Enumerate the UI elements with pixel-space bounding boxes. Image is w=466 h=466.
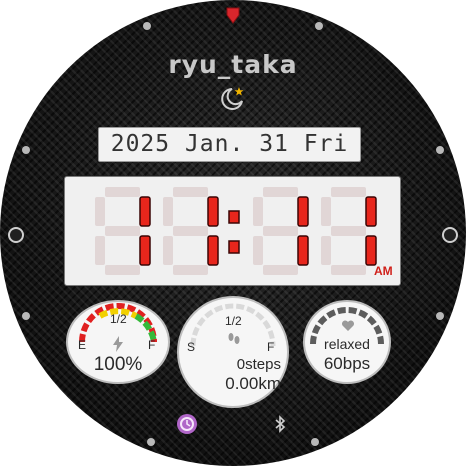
tick-mark <box>315 22 323 30</box>
segment-d <box>173 265 208 275</box>
segment-e <box>163 236 173 265</box>
heart-icon <box>341 320 355 331</box>
segment-e <box>95 236 105 265</box>
segment-f <box>95 197 105 226</box>
segment-g <box>263 226 298 236</box>
segment-a <box>331 187 366 197</box>
time-digit-2 <box>163 187 219 275</box>
heart-rate: 60bps <box>323 354 371 373</box>
stress-status: relaxed <box>324 336 370 352</box>
heart-gauge[interactable]: relaxed 60bps <box>303 300 391 384</box>
segment-d <box>263 265 298 275</box>
tick-mark <box>419 373 427 381</box>
segment-d <box>105 265 140 275</box>
tick-mark <box>39 373 47 381</box>
time-panel <box>64 176 401 286</box>
battery-half-label: 1/2 <box>110 312 127 326</box>
segment-c <box>207 235 219 266</box>
segment-g <box>173 226 208 236</box>
brand-logo: ryu_taka <box>168 50 298 79</box>
lightning-icon <box>113 336 123 352</box>
segment-a <box>263 187 298 197</box>
tick-mark <box>436 146 444 154</box>
colon-dot <box>228 240 240 254</box>
tick-mark <box>39 83 47 91</box>
steps-gauge[interactable]: 1/2 S F 0steps 0.00km <box>177 296 289 408</box>
tick-mark <box>82 421 90 429</box>
steps-start-label: S <box>187 340 196 354</box>
tick-mark <box>419 83 427 91</box>
ampm-indicator: AM <box>374 264 393 278</box>
segment-a <box>173 187 208 197</box>
segment-e <box>321 236 331 265</box>
time-digit-1 <box>95 187 151 275</box>
segment-b <box>139 196 151 227</box>
segment-b <box>365 196 377 227</box>
segment-c <box>139 235 151 266</box>
moon-star-icon <box>221 87 244 110</box>
tick-mark <box>82 36 90 44</box>
steps-full-label: F <box>267 340 275 354</box>
segment-c <box>297 235 309 266</box>
tick-mark <box>143 22 151 30</box>
tick-mark <box>375 36 383 44</box>
tick-mark <box>147 438 155 446</box>
time-digit-4 <box>321 187 377 275</box>
bluetooth-icon[interactable] <box>274 415 286 433</box>
colon-dot <box>228 210 240 224</box>
tick-mark <box>436 312 444 320</box>
steps-half-label: 1/2 <box>225 314 242 328</box>
tick-mark <box>375 421 383 429</box>
segment-f <box>163 197 173 226</box>
tick-mark <box>22 146 30 154</box>
segment-f <box>253 197 263 226</box>
segment-g <box>331 226 366 236</box>
date-display: 2025 Jan. 31 Fri <box>98 127 361 162</box>
watch-face: ryu_taka 2025 Jan. 31 Fri AM 1/2 E F 100… <box>0 0 466 466</box>
battery-percent: 100% <box>93 354 143 375</box>
tick-ring-3 <box>442 227 458 243</box>
time-digit-3 <box>253 187 309 275</box>
segment-e <box>253 236 263 265</box>
segment-b <box>207 196 219 227</box>
segment-c <box>365 235 377 266</box>
alarm-clock-icon[interactable] <box>176 413 198 435</box>
steps-distance: 0.00km <box>225 374 281 393</box>
footprints-icon <box>228 333 240 344</box>
segment-g <box>105 226 140 236</box>
tick-mark <box>311 438 319 446</box>
segment-a <box>105 187 140 197</box>
battery-full-label: F <box>148 338 156 352</box>
segment-f <box>321 197 331 226</box>
tick-ring-9 <box>8 227 24 243</box>
twelve-marker-icon <box>226 7 240 24</box>
battery-gauge[interactable]: 1/2 E F 100% <box>66 300 170 384</box>
segment-b <box>297 196 309 227</box>
steps-count: 0steps <box>236 356 281 373</box>
segment-d <box>331 265 366 275</box>
battery-empty-label: E <box>78 338 87 352</box>
tick-mark <box>22 312 30 320</box>
digital-time <box>95 187 377 275</box>
